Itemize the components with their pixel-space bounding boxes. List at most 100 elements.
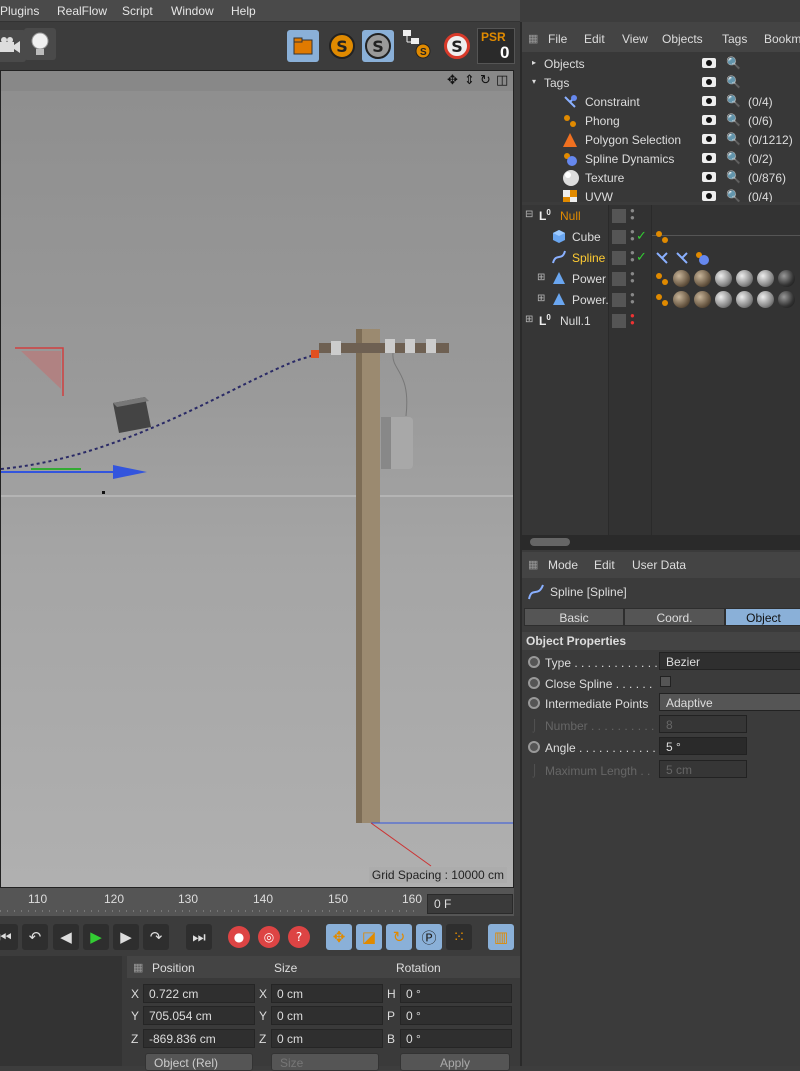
eye-icon[interactable]	[702, 134, 716, 144]
type-select[interactable]: Bezier	[659, 652, 800, 670]
key-point-level-icon[interactable]: ⁙	[446, 924, 472, 950]
texture-tag-icon[interactable]	[673, 270, 690, 287]
maximum-length-field[interactable]: 5 cm	[659, 760, 747, 778]
collapse-icon[interactable]: ⊟	[525, 209, 533, 220]
texture-tag-icon[interactable]	[778, 291, 795, 308]
snap-hierarchy-icon[interactable]: S	[400, 28, 432, 60]
key-parameter-icon[interactable]: Ⓟ	[416, 924, 442, 950]
horizontal-scrollbar[interactable]	[522, 535, 800, 550]
panel-grip-icon[interactable]: ▦	[133, 961, 143, 974]
search-icon[interactable]: 🔍	[726, 113, 741, 127]
layer-box[interactable]	[612, 293, 626, 307]
menu-plugins[interactable]: Plugins	[0, 4, 39, 18]
menu-edit[interactable]: Edit	[584, 32, 605, 46]
visibility-dots[interactable]: ● ●	[630, 228, 635, 243]
goto-end-icon[interactable]: ⏭	[186, 924, 212, 950]
camera-icon[interactable]	[0, 30, 26, 62]
eye-icon[interactable]	[702, 191, 716, 201]
eye-icon[interactable]	[702, 115, 716, 125]
texture-tag-icon[interactable]	[673, 291, 690, 308]
texture-tag-icon[interactable]	[715, 270, 732, 287]
animate-dot-icon[interactable]	[528, 697, 540, 709]
texture-tag-icon[interactable]	[736, 270, 753, 287]
collapse-arrow-icon[interactable]: ▸	[532, 58, 536, 67]
eye-icon[interactable]	[702, 58, 716, 68]
texture-tag-icon[interactable]	[694, 270, 711, 287]
menu-mode[interactable]: Mode	[548, 558, 578, 572]
psr-indicator[interactable]: PSR 0	[477, 28, 515, 64]
layer-box[interactable]	[612, 230, 626, 244]
texture-tag-icon[interactable]	[715, 291, 732, 308]
object-power[interactable]: ⊞ Power ● ●	[522, 268, 800, 289]
folder-icon[interactable]	[287, 30, 319, 62]
tab-coord[interactable]: Coord.	[624, 608, 725, 626]
spline-dynamics-tag-icon[interactable]	[694, 250, 710, 266]
menu-realflow[interactable]: RealFlow	[57, 4, 107, 18]
texture-tag-icon[interactable]	[757, 270, 774, 287]
search-icon[interactable]: 🔍	[726, 189, 741, 202]
visibility-dots[interactable]: ● ●	[630, 312, 635, 327]
rotation-h-field[interactable]: 0 °	[400, 984, 512, 1003]
number-field[interactable]: 8	[659, 715, 747, 733]
tree-item-objects[interactable]: ▸ Objects 🔍	[522, 54, 800, 73]
menu-view[interactable]: View	[622, 32, 648, 46]
position-y-field[interactable]: 705.054 cm	[143, 1006, 255, 1025]
size-y-field[interactable]: 0 cm	[271, 1006, 383, 1025]
menu-script[interactable]: Script	[122, 4, 153, 18]
snap-icon[interactable]: S	[326, 30, 358, 62]
layer-box[interactable]	[612, 314, 626, 328]
menu-bookmarks[interactable]: Bookm	[764, 32, 800, 46]
phong-tag-icon[interactable]	[654, 292, 670, 308]
key-rotation-icon[interactable]: ↻	[386, 924, 412, 950]
menu-edit[interactable]: Edit	[594, 558, 615, 572]
eye-icon[interactable]	[702, 77, 716, 87]
tree-item-tags[interactable]: ▾ Tags 🔍	[522, 73, 800, 92]
next-frame-icon[interactable]: ▶	[113, 924, 139, 950]
viewport[interactable]: ✥ ⇕ ↻ ◫ Grid Spacing : 10000 cm	[0, 70, 514, 888]
key-scale-icon[interactable]: ◪	[356, 924, 382, 950]
tag-item-polygon-selection[interactable]: Polygon Selection 🔍 (0/1212)	[522, 130, 800, 149]
visibility-dots[interactable]: ● ●	[630, 249, 635, 264]
size-x-field[interactable]: 0 cm	[271, 984, 383, 1003]
tab-basic[interactable]: Basic	[524, 608, 624, 626]
coordinate-mode-select[interactable]: Object (Rel)	[145, 1053, 253, 1071]
expand-icon[interactable]: ⊞	[537, 293, 545, 304]
menu-tags[interactable]: Tags	[722, 32, 747, 46]
rotation-p-field[interactable]: 0 °	[400, 1006, 512, 1025]
prev-frame-icon[interactable]: ◀	[53, 924, 79, 950]
prev-key-icon[interactable]: ↶	[22, 924, 48, 950]
menu-file[interactable]: File	[548, 32, 567, 46]
phong-tag-icon[interactable]	[654, 229, 670, 245]
expand-icon[interactable]: ⊞	[525, 314, 533, 325]
goto-start-icon[interactable]: ⏮	[0, 924, 18, 950]
expand-icon[interactable]: ⊞	[537, 272, 545, 283]
animate-dot-icon[interactable]	[528, 677, 540, 689]
object-cube[interactable]: Cube ● ● ✓	[522, 226, 800, 247]
visibility-dots[interactable]: ● ●	[630, 270, 635, 285]
record-keyframe-icon[interactable]: ●	[228, 926, 250, 948]
panel-grip-icon[interactable]: ▦	[528, 32, 538, 45]
search-icon[interactable]: 🔍	[726, 94, 741, 108]
next-key-icon[interactable]: ↷	[143, 924, 169, 950]
visibility-dots[interactable]: ● ●	[630, 207, 635, 222]
animate-dot-icon[interactable]	[528, 656, 540, 668]
current-frame-field[interactable]: 0 F	[427, 894, 513, 914]
intermediate-points-select[interactable]: Adaptive	[659, 693, 800, 711]
position-x-field[interactable]: 0.722 cm	[143, 984, 255, 1003]
phong-tag-icon[interactable]	[654, 271, 670, 287]
rotation-b-field[interactable]: 0 °	[400, 1029, 512, 1048]
menu-objects[interactable]: Objects	[662, 32, 703, 46]
search-icon[interactable]: 🔍	[726, 151, 741, 165]
tab-object[interactable]: Object	[725, 608, 800, 626]
menu-window[interactable]: Window	[171, 4, 214, 18]
object-null[interactable]: ⊟ L0 Null ● ●	[522, 205, 800, 226]
search-icon[interactable]: 🔍	[726, 75, 741, 89]
animate-dot-icon[interactable]	[528, 741, 540, 753]
tag-item-uvw[interactable]: UVW 🔍 (0/4)	[522, 187, 800, 202]
enabled-check-icon[interactable]: ✓	[636, 228, 647, 244]
snap-settings-icon[interactable]: S	[362, 30, 394, 62]
timeline-window-icon[interactable]: ▥	[488, 924, 514, 950]
eye-icon[interactable]	[702, 153, 716, 163]
menu-help[interactable]: Help	[231, 4, 256, 18]
angle-field[interactable]: 5 °	[659, 737, 747, 755]
